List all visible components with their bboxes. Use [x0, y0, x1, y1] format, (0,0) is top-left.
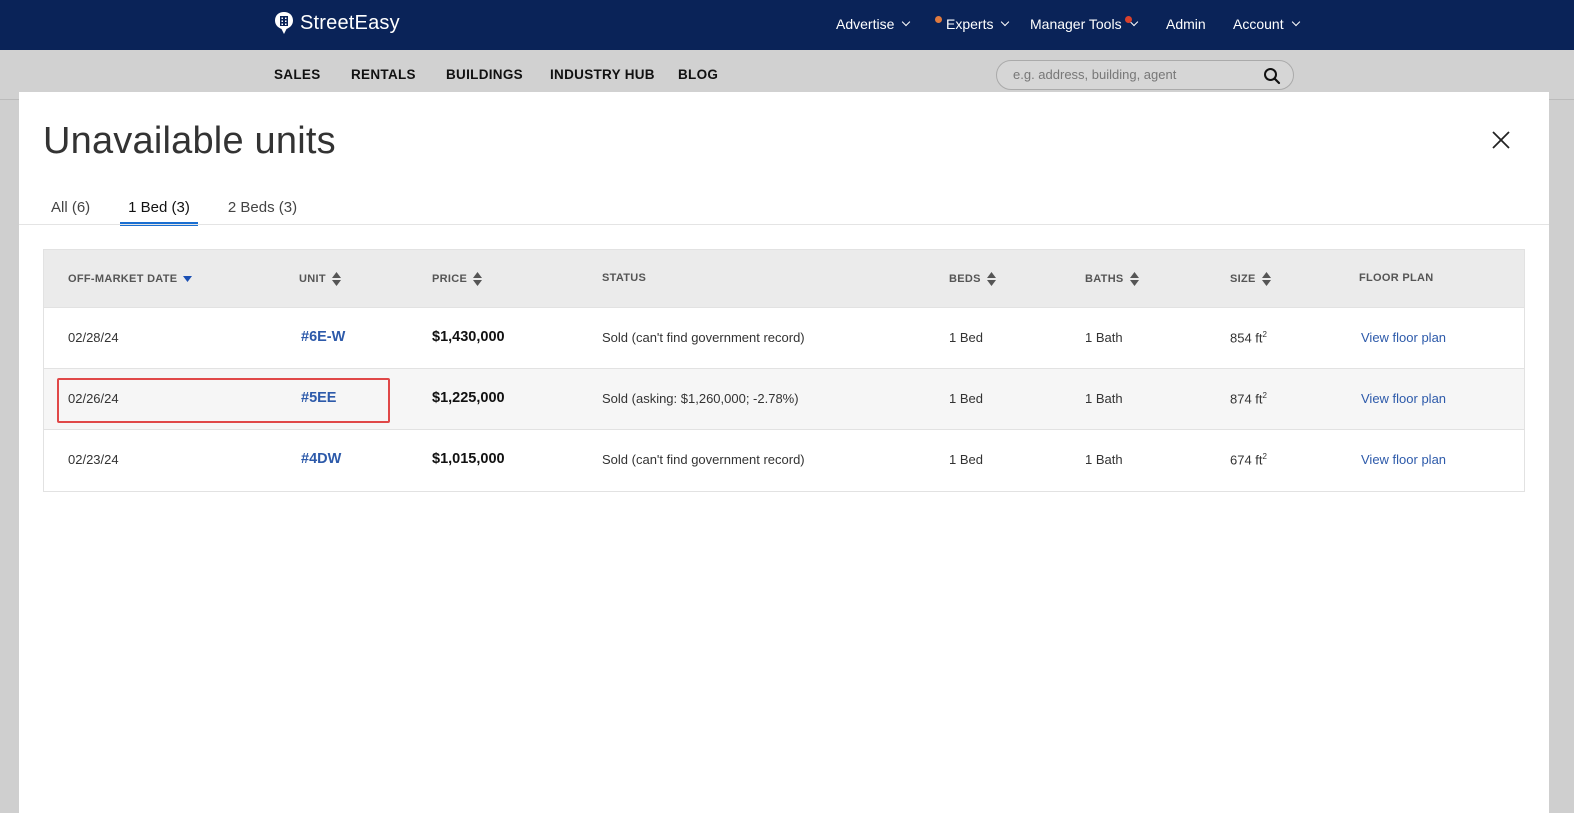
cell-price: $1,225,000 [432, 390, 505, 406]
column-label: FLOOR PLAN [1359, 272, 1434, 284]
cell-status: Sold (asking: $1,260,000; -2.78%) [602, 391, 799, 406]
cell-size-value: 874 ft [1230, 391, 1263, 407]
table-row[interactable]: 02/26/24 #5EE $1,225,000 Sold (asking: $… [44, 369, 1524, 430]
nav-advertise[interactable]: Advertise [836, 16, 911, 32]
nav-manager-tools-label: Manager Tools [1030, 16, 1122, 32]
tab-1-bed[interactable]: 1 Bed (3) [120, 198, 198, 226]
cell-size: 674 ft2 [1230, 452, 1267, 467]
cell-unit-link[interactable]: #5EE [301, 390, 336, 406]
column-size[interactable]: SIZE [1230, 272, 1271, 286]
cell-beds: 1 Bed [949, 330, 983, 345]
cell-beds: 1 Bed [949, 452, 983, 467]
table-row[interactable]: 02/23/24 #4DW $1,015,000 Sold (can't fin… [44, 430, 1524, 491]
tab-all[interactable]: All (6) [43, 198, 98, 226]
cell-baths: 1 Bath [1085, 391, 1123, 406]
tab-2-beds[interactable]: 2 Beds (3) [220, 198, 305, 226]
cell-date: 02/26/24 [68, 391, 119, 406]
nav-advertise-label: Advertise [836, 16, 895, 32]
nav-buildings[interactable]: BUILDINGS [446, 67, 523, 82]
top-navbar: StreetEasy Advertise Experts Manager Too… [0, 0, 1574, 50]
size-superscript: 2 [1262, 452, 1267, 461]
cell-baths: 1 Bath [1085, 330, 1123, 345]
column-beds[interactable]: BEDS [949, 272, 996, 286]
streeteasy-logo-icon [275, 12, 293, 34]
chevron-down-icon [902, 17, 911, 27]
sort-icon [986, 272, 996, 286]
sort-desc-icon [183, 276, 193, 282]
view-floor-plan-link[interactable]: View floor plan [1361, 452, 1446, 467]
tab-divider [19, 224, 1549, 225]
size-superscript: 2 [1262, 330, 1267, 339]
column-floor-plan: FLOOR PLAN [1359, 272, 1434, 284]
nav-experts[interactable]: Experts [946, 16, 1010, 32]
cell-status: Sold (can't find government record) [602, 330, 805, 345]
units-table: OFF-MARKET DATE UNIT PRICE STATUS BEDS B… [43, 249, 1525, 492]
table-header: OFF-MARKET DATE UNIT PRICE STATUS BEDS B… [44, 250, 1524, 308]
cell-unit-link[interactable]: #4DW [301, 451, 341, 467]
nav-industry-hub[interactable]: INDUSTRY HUB [550, 67, 655, 82]
cell-size-value: 854 ft [1230, 330, 1263, 346]
search-input[interactable] [1013, 67, 1253, 82]
nav-sales[interactable]: SALES [274, 67, 321, 82]
column-label: UNIT [299, 273, 326, 285]
column-unit[interactable]: UNIT [299, 272, 341, 286]
column-off-market-date[interactable]: OFF-MARKET DATE [68, 272, 193, 286]
nav-blog[interactable]: BLOG [678, 67, 718, 82]
column-baths[interactable]: BATHS [1085, 272, 1139, 286]
column-label: PRICE [432, 273, 468, 285]
experts-notification-dot [935, 16, 942, 23]
close-icon[interactable] [1489, 128, 1513, 152]
nav-admin-label: Admin [1166, 16, 1206, 32]
cell-size-value: 674 ft [1230, 452, 1263, 468]
cell-size: 854 ft2 [1230, 330, 1267, 345]
sort-icon [473, 272, 483, 286]
cell-date: 02/23/24 [68, 452, 119, 467]
unit-tabs: All (6) 1 Bed (3) 2 Beds (3) [43, 198, 305, 226]
column-price[interactable]: PRICE [432, 272, 483, 286]
sort-icon [1129, 272, 1139, 286]
search-icon[interactable] [1263, 67, 1281, 85]
chevron-down-icon [1291, 17, 1300, 27]
view-floor-plan-link[interactable]: View floor plan [1361, 330, 1446, 345]
modal-title: Unavailable units [43, 120, 336, 162]
sort-icon [331, 272, 341, 286]
nav-account[interactable]: Account [1233, 16, 1300, 32]
manager-tools-notification-dot [1125, 16, 1132, 23]
column-label: OFF-MARKET DATE [68, 273, 178, 285]
table-row[interactable]: 02/28/24 #6E-W $1,430,000 Sold (can't fi… [44, 308, 1524, 369]
nav-experts-label: Experts [946, 16, 994, 32]
size-superscript: 2 [1262, 391, 1267, 400]
nav-manager-tools[interactable]: Manager Tools [1030, 16, 1138, 32]
brand-logo[interactable]: StreetEasy [274, 11, 400, 35]
nav-admin[interactable]: Admin [1166, 16, 1206, 32]
brand-name: StreetEasy [300, 11, 400, 34]
cell-price: $1,430,000 [432, 329, 505, 345]
chevron-down-icon [1001, 17, 1010, 27]
column-label: STATUS [602, 272, 647, 284]
sort-icon [1261, 272, 1271, 286]
column-label: BEDS [949, 273, 981, 285]
column-label: SIZE [1230, 273, 1256, 285]
cell-date: 02/28/24 [68, 330, 119, 345]
cell-status: Sold (can't find government record) [602, 452, 805, 467]
nav-account-label: Account [1233, 16, 1284, 32]
cell-baths: 1 Bath [1085, 452, 1123, 467]
cell-unit-link[interactable]: #6E-W [301, 329, 345, 345]
cell-size: 874 ft2 [1230, 391, 1267, 406]
nav-rentals[interactable]: RENTALS [351, 67, 416, 82]
cell-beds: 1 Bed [949, 391, 983, 406]
column-label: BATHS [1085, 273, 1124, 285]
column-status: STATUS [602, 272, 646, 284]
cell-price: $1,015,000 [432, 451, 505, 467]
unavailable-units-modal: Unavailable units All (6) 1 Bed (3) 2 Be… [19, 92, 1549, 813]
search-bar [996, 60, 1294, 90]
view-floor-plan-link[interactable]: View floor plan [1361, 391, 1446, 406]
